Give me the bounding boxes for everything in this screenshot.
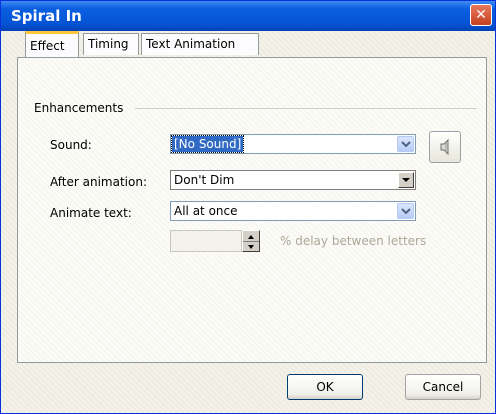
delay-spinner-buttons[interactable] — [242, 230, 260, 252]
chevron-down-icon — [401, 141, 411, 148]
tab-label: Effect — [30, 39, 65, 53]
window-title: Spiral In — [11, 7, 82, 25]
dialog-window: Spiral In ✕ Effect Timing Text Animation… — [0, 0, 496, 414]
animate-text-value: All at once — [174, 204, 238, 218]
speaker-icon — [440, 138, 449, 156]
cancel-button[interactable]: Cancel — [405, 374, 481, 400]
spin-down-button[interactable] — [243, 241, 259, 252]
after-animation-label: After animation: — [50, 175, 147, 189]
close-button[interactable]: ✕ — [470, 4, 492, 26]
chevron-down-icon — [402, 178, 410, 182]
after-animation-value: Don't Dim — [174, 173, 235, 187]
sound-preview-button[interactable] — [429, 131, 461, 163]
arrow-down-icon — [248, 245, 254, 249]
spin-up-button[interactable] — [243, 231, 259, 241]
tab-label: Timing — [88, 37, 129, 51]
chevron-down-icon — [401, 208, 411, 215]
cancel-label: Cancel — [422, 380, 464, 394]
delay-label: % delay between letters — [280, 234, 427, 248]
animate-text-select[interactable]: All at once — [170, 201, 416, 221]
ok-button[interactable]: OK — [287, 374, 363, 400]
tab-effect[interactable]: Effect — [25, 31, 79, 57]
tab-label: Text Animation — [146, 37, 236, 51]
sound-value: [No Sound] — [170, 135, 245, 153]
ok-label: OK — [316, 380, 334, 394]
after-animation-dropdown-button[interactable] — [398, 172, 414, 188]
close-icon: ✕ — [475, 7, 487, 23]
delay-spinner-input[interactable] — [170, 230, 242, 252]
group-label-enhancements: Enhancements — [34, 101, 124, 115]
tab-text-animation[interactable]: Text Animation — [141, 33, 259, 55]
title-bar[interactable]: Spiral In ✕ — [1, 1, 495, 31]
tab-timing[interactable]: Timing — [83, 33, 139, 55]
after-animation-select[interactable]: Don't Dim — [170, 170, 416, 190]
sound-dropdown-button[interactable] — [397, 136, 414, 152]
group-divider — [135, 108, 477, 109]
sound-label: Sound: — [50, 138, 92, 152]
animate-text-dropdown-button[interactable] — [397, 203, 414, 219]
sound-select[interactable]: [No Sound] — [170, 134, 416, 154]
animate-text-label: Animate text: — [50, 206, 132, 220]
